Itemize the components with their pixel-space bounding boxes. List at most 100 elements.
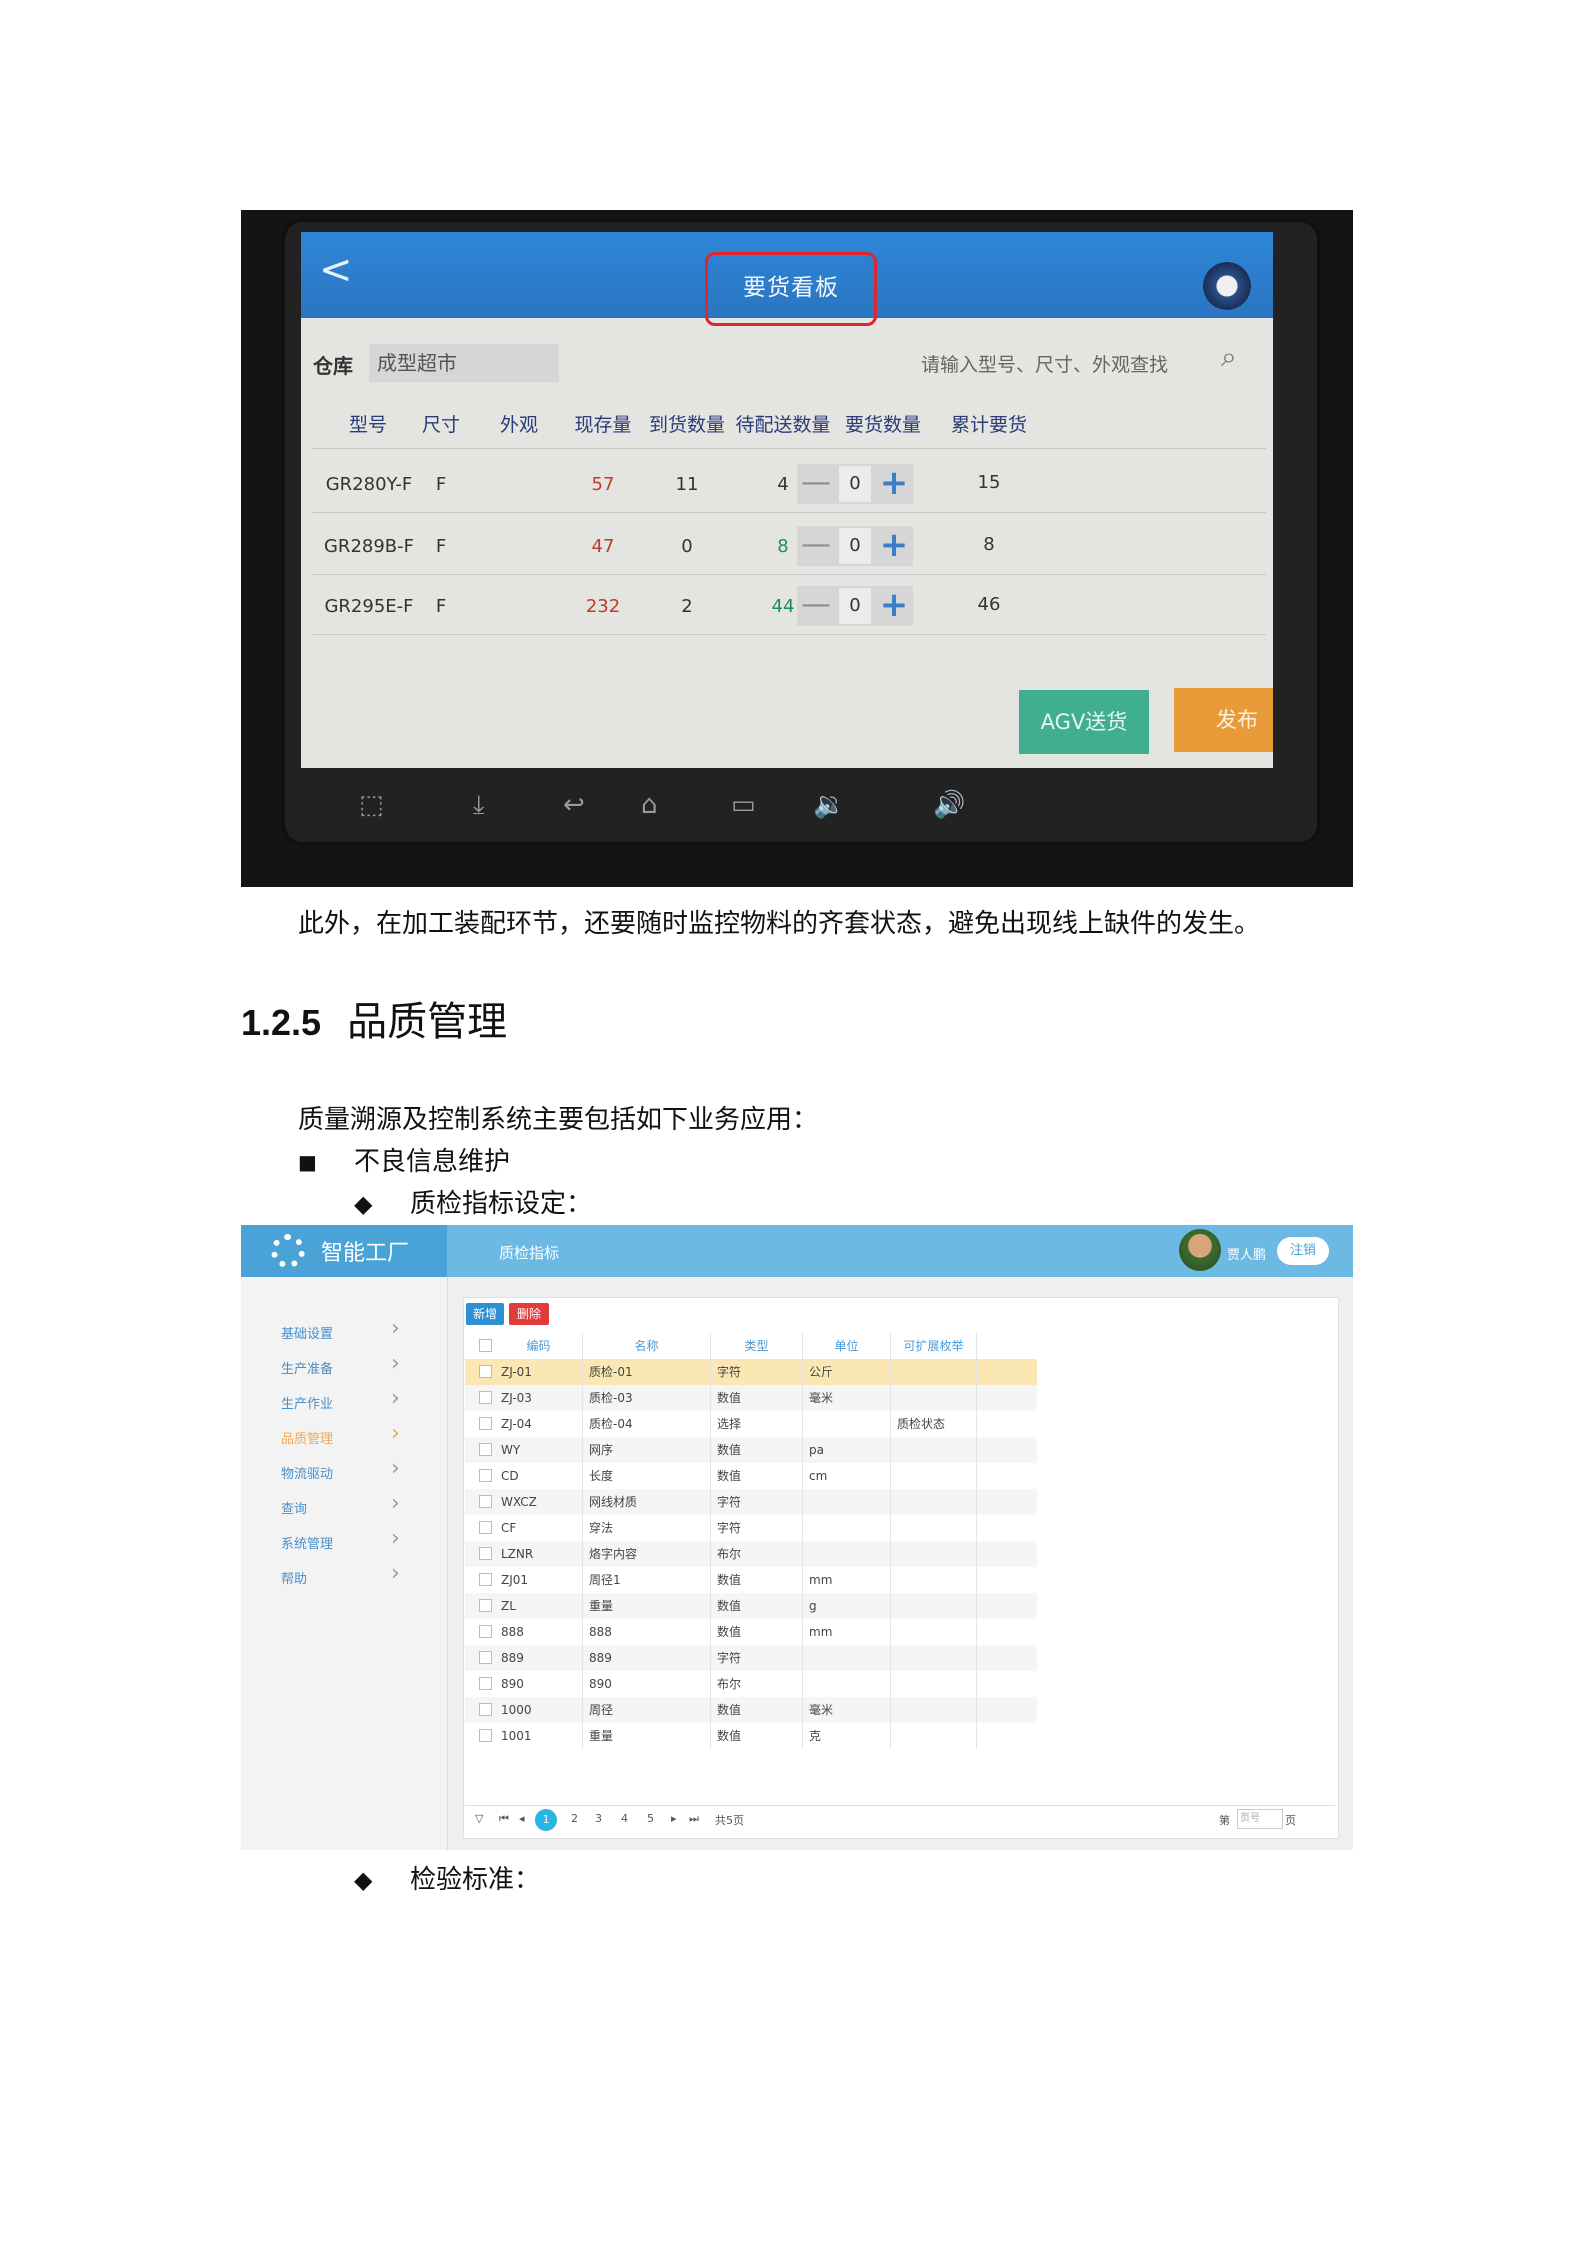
last-page-icon[interactable]: ⏭: [689, 1812, 699, 1826]
first-page-icon[interactable]: ⏮: [499, 1812, 509, 1826]
table-cell: [803, 1541, 891, 1567]
table-row[interactable]: ZL 重量 数值 g: [465, 1593, 1037, 1619]
table-row[interactable]: LZNR 烙字内容 布尔: [465, 1541, 1037, 1567]
tablet-header: < 要货看板: [301, 232, 1273, 326]
row-checkbox[interactable]: [479, 1729, 492, 1742]
plus-icon[interactable]: +: [877, 464, 911, 504]
col-pending: 待配送数量: [735, 414, 831, 436]
table-row[interactable]: CD 长度 数值 cm: [465, 1463, 1037, 1489]
sidebar-item-production-prep[interactable]: 生产准备: [281, 1358, 333, 1377]
sidebar-item-help[interactable]: 帮助: [281, 1568, 307, 1587]
table-row[interactable]: ZJ-01 质检-01 字符 公斤: [465, 1359, 1037, 1385]
delete-button[interactable]: 删除: [509, 1303, 549, 1325]
search-input[interactable]: 请输入型号、尺寸、外观查找: [921, 350, 1211, 377]
row-checkbox[interactable]: [479, 1625, 492, 1638]
row-checkbox[interactable]: [479, 1391, 492, 1404]
volume-up-icon[interactable]: 🔊: [933, 790, 965, 820]
row-checkbox[interactable]: [479, 1339, 492, 1352]
qty-value[interactable]: 0: [839, 528, 871, 564]
goto-page-input[interactable]: 页号: [1237, 1809, 1283, 1829]
table-row[interactable]: WXCZ 网线材质 字符: [465, 1489, 1037, 1515]
table-cell: 890: [495, 1671, 583, 1697]
qty-value[interactable]: 0: [839, 466, 871, 502]
page-2[interactable]: 2: [571, 1812, 578, 1825]
add-button[interactable]: 新增: [466, 1303, 504, 1325]
table-row[interactable]: 889 889 字符: [465, 1645, 1037, 1671]
row-checkbox[interactable]: [479, 1417, 492, 1430]
search-icon[interactable]: ⌕: [1221, 340, 1237, 374]
plus-icon[interactable]: +: [877, 526, 911, 566]
table-cell: 毫米: [803, 1697, 891, 1723]
next-page-icon[interactable]: ▸: [671, 1812, 677, 1825]
back-icon[interactable]: <: [319, 250, 353, 290]
recent-apps-icon[interactable]: ▭: [731, 790, 756, 820]
sidebar-item-production-ops[interactable]: 生产作业: [281, 1393, 333, 1412]
table-header-row[interactable]: 编码 名称 类型 单位 可扩展枚举: [465, 1333, 1037, 1359]
page-1[interactable]: 1: [535, 1809, 557, 1831]
filter-icon[interactable]: ▽: [475, 1812, 483, 1825]
screenshot-icon[interactable]: ⬚: [359, 790, 384, 820]
minus-icon[interactable]: —: [801, 528, 831, 564]
row-checkbox[interactable]: [479, 1443, 492, 1456]
table-row[interactable]: 1001 重量 数值克: [465, 1723, 1037, 1749]
table-cell: 网序: [583, 1437, 711, 1463]
table-cell: 布尔: [711, 1671, 803, 1697]
table-cell: 1001: [495, 1723, 583, 1749]
col-order-qty: 要货数量: [844, 414, 921, 436]
row-checkbox[interactable]: [479, 1469, 492, 1482]
table-row[interactable]: 888 888 数值 mm: [465, 1619, 1037, 1645]
square-bullet-icon: ■: [298, 1150, 317, 1174]
row-checkbox[interactable]: [479, 1677, 492, 1690]
table-row[interactable]: 890 890 布尔: [465, 1671, 1037, 1697]
sidebar-item-system[interactable]: 系统管理: [281, 1533, 333, 1552]
row-checkbox[interactable]: [479, 1495, 492, 1508]
qty-value[interactable]: 0: [839, 588, 871, 624]
row-checkbox[interactable]: [479, 1651, 492, 1664]
paragraph: 质量溯源及控制系统主要包括如下业务应用：: [298, 1105, 819, 1135]
download-icon[interactable]: ⤓: [473, 790, 485, 821]
page-3[interactable]: 3: [595, 1812, 602, 1825]
table-row[interactable]: 1000 周径 数值 毫米: [465, 1697, 1037, 1723]
back-nav-icon[interactable]: ↩: [563, 790, 585, 820]
table-cell: [891, 1437, 977, 1463]
agv-delivery-button[interactable]: AGV送货: [1019, 690, 1149, 754]
sidebar-item-query[interactable]: 查询: [281, 1498, 307, 1517]
minus-icon[interactable]: —: [801, 588, 831, 624]
table-row[interactable]: CF 穿法 字符: [465, 1515, 1037, 1541]
row-checkbox[interactable]: [479, 1365, 492, 1378]
row-checkbox[interactable]: [479, 1547, 492, 1560]
divider: [311, 512, 1266, 513]
table-cell: 质检-03: [583, 1385, 711, 1411]
table-cell: ZL: [495, 1593, 583, 1619]
publish-button[interactable]: 发布: [1174, 688, 1273, 752]
table-cell: WXCZ: [495, 1489, 583, 1515]
plus-icon[interactable]: +: [877, 586, 911, 626]
sidebar-item-basic-settings[interactable]: 基础设置: [281, 1323, 333, 1342]
table-cell: 字符: [711, 1489, 803, 1515]
minus-icon[interactable]: —: [801, 466, 831, 502]
row-checkbox[interactable]: [479, 1703, 492, 1716]
warehouse-select[interactable]: 成型超市: [369, 344, 559, 382]
table-row[interactable]: ZJ-03 质检-03 数值 毫米: [465, 1385, 1037, 1411]
home-icon[interactable]: ⌂: [641, 790, 658, 820]
page-5[interactable]: 5: [647, 1812, 654, 1825]
page-4[interactable]: 4: [621, 1812, 628, 1825]
tab-quality-index[interactable]: 质检指标: [499, 1242, 559, 1263]
table-cell: 字符: [711, 1359, 803, 1385]
table-cell: [891, 1541, 977, 1567]
logout-button[interactable]: 注销: [1277, 1237, 1329, 1265]
table-cell: WY: [495, 1437, 583, 1463]
table-row[interactable]: ZJ-04 质检-04 选择 质检状态: [465, 1411, 1037, 1437]
tablet-screen: < 要货看板 仓库 成型超市 请输入型号、尺寸、外观查找 ⌕ 型号 尺寸 外观 …: [301, 232, 1273, 768]
row-checkbox[interactable]: [479, 1599, 492, 1612]
qty-stepper: — 0 +: [797, 464, 913, 504]
sidebar-item-quality[interactable]: 品质管理: [281, 1428, 333, 1447]
table-cell: [891, 1593, 977, 1619]
table-row[interactable]: WY 网序 数值 pa: [465, 1437, 1037, 1463]
row-checkbox[interactable]: [479, 1573, 492, 1586]
row-checkbox[interactable]: [479, 1521, 492, 1534]
sidebar-item-logistics[interactable]: 物流驱动: [281, 1463, 333, 1482]
prev-page-icon[interactable]: ◂: [519, 1812, 525, 1825]
volume-down-icon[interactable]: 🔉: [813, 790, 845, 820]
table-row[interactable]: ZJ01 周径1 数值 mm: [465, 1567, 1037, 1593]
